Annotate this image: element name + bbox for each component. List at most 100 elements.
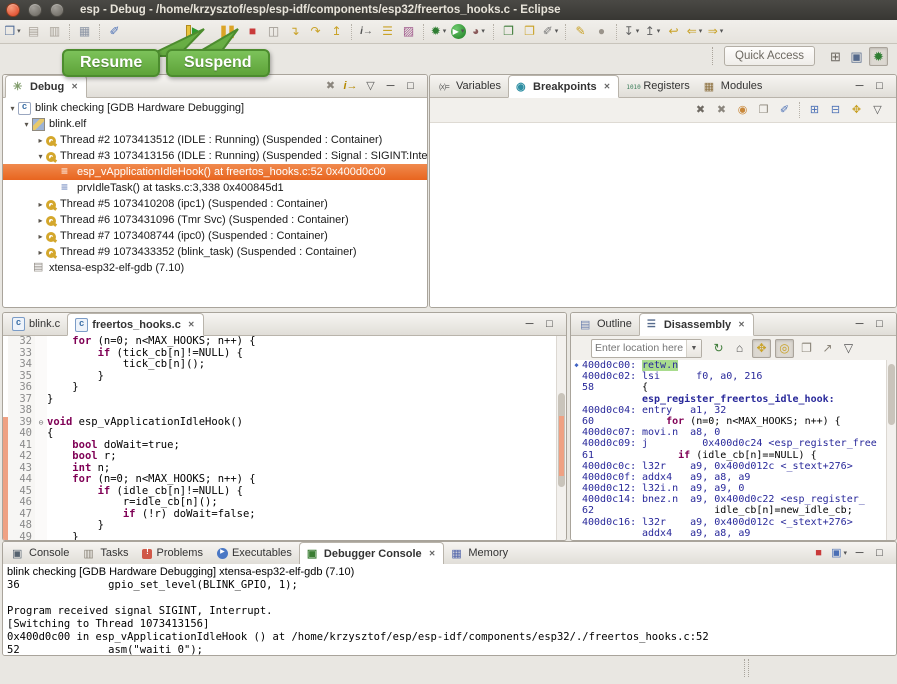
open-resource-icon[interactable]: ❐ [521, 23, 538, 40]
close-tab-icon[interactable]: ✕ [737, 319, 746, 330]
tab-disassembly[interactable]: Disassembly✕ [639, 313, 754, 336]
expand-arrow-icon[interactable]: ▸ [35, 248, 46, 257]
step-into-icon[interactable]: ↴ [286, 23, 303, 40]
search-icon-caret[interactable]: ▾ [555, 23, 559, 40]
tab-registers[interactable]: Registers [619, 75, 696, 97]
location-input[interactable] [592, 342, 686, 354]
instruction-stepping-mode-icon[interactable]: i→ [343, 78, 358, 95]
next-annotation-icon[interactable]: ↧▾ [623, 23, 640, 40]
tab-modules[interactable]: Modules [697, 75, 770, 97]
show-source-icon[interactable]: ✥ [752, 339, 771, 358]
close-tab-icon[interactable]: ✕ [70, 81, 79, 92]
last-edit-location-icon[interactable]: ↩ [665, 23, 682, 40]
minimize-icon[interactable]: ─ [852, 545, 867, 562]
forward-icon[interactable]: ⇒▾ [707, 23, 724, 40]
scrollbar-thumb[interactable] [888, 364, 895, 425]
expand-arrow-icon[interactable]: ▸ [35, 216, 46, 225]
debug-tree-item[interactable]: xtensa-esp32-elf-gdb (7.10) [3, 260, 427, 276]
maximize-icon[interactable]: □ [542, 316, 557, 333]
maximize-icon[interactable]: □ [403, 78, 418, 95]
debug-icon[interactable]: ✹▾ [430, 23, 447, 40]
open-perspective-icon[interactable]: ⊞ [827, 48, 844, 65]
debug-tree-item[interactable]: ▸Thread #2 1073413512 (IDLE : Running) (… [3, 132, 427, 148]
run-icon-caret[interactable]: ▾ [461, 23, 465, 40]
new-wizard-icon[interactable]: ❒▾ [4, 23, 21, 40]
expand-all-icon[interactable]: ⊞ [806, 102, 823, 119]
run-icon[interactable]: ▶▾ [451, 24, 466, 39]
collapse-arrow-icon[interactable]: ▾ [35, 152, 46, 161]
debug-tree-item[interactable]: ▾blink checking [GDB Hardware Debugging] [3, 100, 427, 116]
tab-blink-c[interactable]: blink.c [5, 313, 67, 335]
disconnect-icon[interactable]: ◫ [265, 23, 282, 40]
debug-tree-item[interactable]: ▸Thread #5 1073410208 (ipc1) (Suspended … [3, 196, 427, 212]
remove-all-breakpoints-icon[interactable]: ✖ [713, 102, 730, 119]
tab-executables[interactable]: Executables [210, 542, 299, 564]
minimize-icon[interactable]: ─ [522, 316, 537, 333]
copy-to-editor-icon[interactable]: ↗ [819, 340, 836, 357]
terminate-icon[interactable]: ■ [244, 23, 261, 40]
tab-variables[interactable]: Variables [432, 75, 508, 97]
build-icon[interactable]: ▦ [76, 23, 93, 40]
fold-collapse-icon[interactable]: ⊖ [35, 417, 47, 429]
back-icon-caret[interactable]: ▾ [699, 23, 703, 40]
next-annotation-icon-caret[interactable]: ▾ [636, 23, 640, 40]
go-to-file-for-breakpoint-icon[interactable]: ❐ [755, 102, 772, 119]
skip-all-breakpoints-icon[interactable]: ✐ [106, 23, 123, 40]
view-menu-icon[interactable]: ▽ [869, 102, 886, 119]
tab-tasks[interactable]: Tasks [76, 542, 135, 564]
remove-all-terminated-icon[interactable]: ✖ [323, 78, 338, 95]
expand-arrow-icon[interactable]: ▸ [35, 200, 46, 209]
debug-thread-tree[interactable]: ▾blink checking [GDB Hardware Debugging]… [3, 98, 427, 307]
quick-access-button[interactable]: Quick Access [724, 46, 815, 66]
annotation-icon[interactable]: ● [593, 23, 610, 40]
display-selected-console-icon[interactable]: ▣▾ [831, 545, 847, 562]
link-with-debug-view-icon[interactable]: ✥ [848, 102, 865, 119]
window-close-button[interactable] [6, 3, 20, 17]
resume-icon[interactable]: ▶ [185, 23, 202, 40]
view-menu-icon[interactable]: ▽ [363, 78, 378, 95]
window-maximize-button[interactable] [50, 3, 64, 17]
tab-outline[interactable]: Outline [573, 313, 639, 335]
step-over-icon[interactable]: ↷ [307, 23, 324, 40]
view-menu-icon[interactable]: ▽ [840, 340, 857, 357]
cpp-perspective-icon[interactable]: ▣ [848, 48, 865, 65]
debug-tree-item[interactable]: prvIdleTask() at tasks.c:3,338 0x400845d… [3, 180, 427, 196]
home-icon[interactable]: ⌂ [731, 340, 748, 357]
window-minimize-button[interactable] [28, 3, 42, 17]
track-expression-icon[interactable]: ◎ [775, 339, 794, 358]
previous-annotation-icon[interactable]: ↥▾ [644, 23, 661, 40]
disassembly-listing[interactable]: ◆400d0c00:retw.n400d0c02:lsi f0, a0, 216… [571, 360, 887, 540]
maximize-icon[interactable]: □ [872, 316, 887, 333]
save-icon[interactable]: ▤ [25, 23, 42, 40]
remove-breakpoint-icon[interactable]: ✖ [692, 102, 709, 119]
save-all-icon[interactable]: ▥ [46, 23, 63, 40]
search-icon[interactable]: ✐▾ [542, 23, 559, 40]
tab-freertos-hooks-c[interactable]: freertos_hooks.c✕ [67, 313, 203, 336]
minimize-icon[interactable]: ─ [852, 316, 867, 333]
debug-tree-item[interactable]: ▸Thread #7 1073408744 (ipc0) (Suspended … [3, 228, 427, 244]
step-filters-icon[interactable]: ☰ [379, 23, 396, 40]
open-new-view-icon[interactable]: ❐ [798, 340, 815, 357]
debug-tree-item[interactable]: ▸Thread #6 1073431096 (Tmr Svc) (Suspend… [3, 212, 427, 228]
trace-icon[interactable]: ▨ [400, 23, 417, 40]
mark-occurrences-icon[interactable]: ✎ [572, 23, 589, 40]
minimize-icon[interactable]: ─ [383, 78, 398, 95]
code-editor[interactable]: 32 for (n=0; n<MAX_HOOKS; n++) {33 if (t… [3, 336, 557, 540]
collapse-all-icon[interactable]: ⊟ [827, 102, 844, 119]
open-element-icon[interactable]: ❐ [500, 23, 517, 40]
tab-debug[interactable]: Debug✕ [5, 75, 87, 98]
collapse-arrow-icon[interactable]: ▾ [7, 104, 18, 113]
refresh-icon[interactable]: ↻ [710, 340, 727, 357]
maximize-icon[interactable]: □ [872, 78, 887, 95]
new-wizard-icon-caret[interactable]: ▾ [17, 23, 21, 40]
debug-tree-item[interactable]: ▾blink.elf [3, 116, 427, 132]
tab-memory[interactable]: Memory [444, 542, 515, 564]
minimize-icon[interactable]: ─ [852, 78, 867, 95]
close-tab-icon[interactable]: ✕ [428, 548, 437, 559]
back-icon[interactable]: ⇐▾ [686, 23, 703, 40]
display-selected-console-icon-caret[interactable]: ▾ [843, 545, 847, 562]
forward-icon-caret[interactable]: ▾ [720, 23, 724, 40]
expand-arrow-icon[interactable]: ▸ [35, 232, 46, 241]
breakpoints-list[interactable] [430, 123, 896, 307]
collapse-arrow-icon[interactable]: ▾ [21, 120, 32, 129]
